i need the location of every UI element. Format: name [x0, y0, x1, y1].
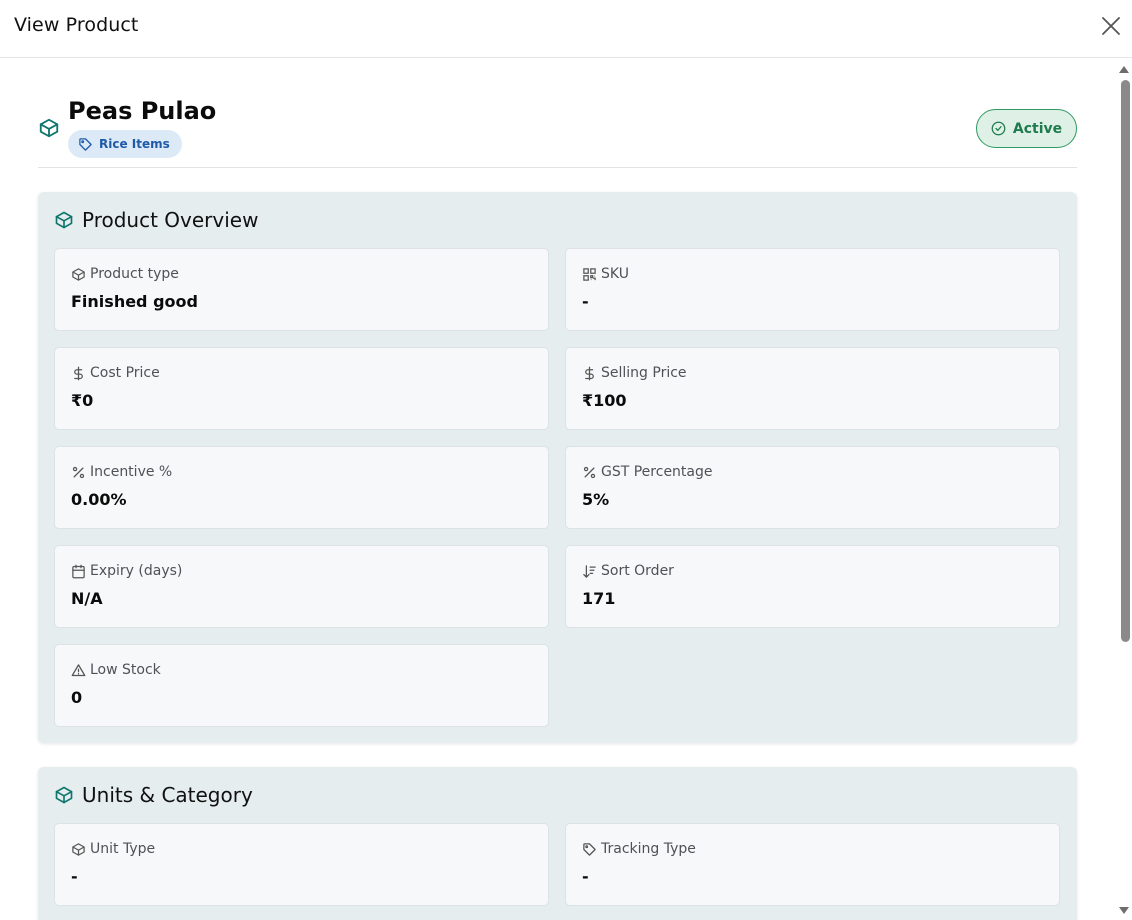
field-value: ₹0	[71, 391, 94, 410]
field-label: SKU	[601, 266, 629, 282]
field-label: Cost Price	[90, 365, 160, 381]
category-badge: Rice Items	[68, 130, 182, 158]
box-icon	[55, 786, 73, 804]
field-label: Tracking Type	[601, 841, 696, 857]
modal-header: View Product	[0, 0, 1132, 58]
field-value: -	[71, 867, 78, 886]
status-label: Active	[1012, 120, 1063, 137]
percent-icon	[583, 466, 596, 478]
scroll-up-arrow-icon[interactable]	[1119, 66, 1129, 73]
units-category-section: Units & Category Unit Type - Tracking Ty…	[38, 767, 1077, 920]
dollar-icon	[585, 366, 594, 380]
field-label: GST Percentage	[601, 464, 713, 480]
product-overview-section: Product Overview Product type Finished g…	[38, 192, 1077, 743]
field-label: Selling Price	[601, 365, 687, 381]
field-sort-order: Sort Order 171	[565, 545, 1060, 628]
field-gst-percentage: GST Percentage 5%	[565, 446, 1060, 529]
box-icon	[55, 211, 73, 229]
modal-title: View Product	[14, 14, 139, 36]
field-sku: SKU -	[565, 248, 1060, 331]
field-label: Low Stock	[90, 662, 161, 678]
modal-body[interactable]: Peas Pulao Rice Items Active Product Ove…	[0, 58, 1132, 920]
product-name: Peas Pulao	[68, 97, 217, 125]
field-label: Incentive %	[90, 464, 173, 480]
field-value: ₹100	[582, 391, 627, 410]
field-value: N/A	[71, 589, 103, 608]
tag-icon	[583, 842, 596, 856]
field-expiry: Expiry (days) N/A	[54, 545, 549, 628]
percent-icon	[72, 466, 85, 478]
section-header: Units & Category	[54, 783, 253, 807]
field-incentive: Incentive % 0.00%	[54, 446, 549, 529]
tag-icon	[79, 137, 92, 151]
field-product-type: Product type Finished good	[54, 248, 549, 331]
field-value: 0	[71, 688, 83, 707]
field-value: 0.00%	[71, 490, 127, 509]
scrollbar[interactable]	[1116, 58, 1132, 920]
status-badge: Active	[976, 109, 1077, 148]
sort-icon	[583, 564, 596, 578]
calendar-icon	[72, 564, 85, 578]
section-header: Product Overview	[54, 208, 258, 232]
field-value: 5%	[582, 490, 610, 509]
field-cost-price: Cost Price ₹0	[54, 347, 549, 430]
scroll-down-arrow-icon[interactable]	[1119, 907, 1129, 914]
warning-icon	[71, 663, 86, 676]
section-title: Product Overview	[82, 208, 259, 232]
box-icon	[72, 267, 85, 281]
field-label: Sort Order	[601, 563, 674, 579]
box-icon	[39, 118, 59, 138]
field-label: Product type	[90, 266, 179, 282]
field-tracking-type: Tracking Type -	[565, 823, 1060, 906]
check-circle-icon	[991, 121, 1006, 136]
field-value: -	[582, 867, 589, 886]
field-low-stock: Low Stock 0	[54, 644, 549, 727]
close-button[interactable]	[1100, 15, 1122, 37]
field-value: Finished good	[71, 292, 198, 311]
field-unit-type: Unit Type -	[54, 823, 549, 906]
field-selling-price: Selling Price ₹100	[565, 347, 1060, 430]
box-icon	[72, 842, 85, 856]
scrollbar-thumb[interactable]	[1121, 80, 1130, 642]
field-value: -	[582, 292, 589, 311]
section-title: Units & Category	[82, 783, 253, 807]
close-icon	[1102, 17, 1120, 35]
field-value: 171	[582, 589, 616, 608]
category-label: Rice Items	[99, 137, 170, 151]
field-label: Expiry (days)	[90, 563, 183, 579]
qr-code-icon	[583, 267, 596, 281]
field-label: Unit Type	[90, 841, 156, 857]
product-header: Peas Pulao Rice Items Active	[38, 96, 1077, 168]
dollar-icon	[74, 366, 83, 380]
